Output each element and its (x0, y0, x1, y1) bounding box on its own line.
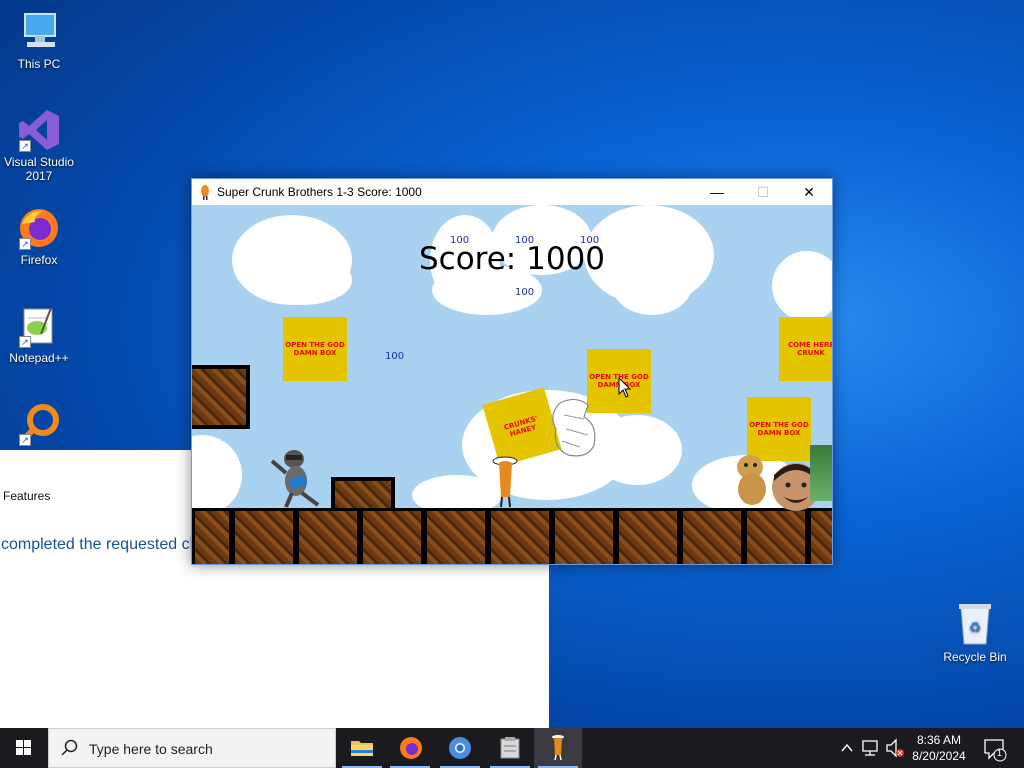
firefox-icon (400, 737, 422, 759)
crunk-game-icon (552, 735, 564, 761)
cloud (192, 435, 242, 515)
score-display: Score: 1000 (418, 241, 605, 277)
desktop-icon-notepadpp[interactable]: ↗ Notepad++ (0, 304, 78, 365)
start-button[interactable] (0, 728, 48, 768)
desktop-icon-label: This PC (17, 57, 61, 71)
svg-text:♻: ♻ (969, 619, 982, 635)
clock-date: 8/20/2024 (912, 749, 966, 763)
notification-count-badge: 1 (997, 748, 1003, 758)
mouse-cursor-icon (618, 376, 632, 404)
action-center-notification-icon[interactable]: 1 (980, 728, 1010, 768)
desktop-icon-this-pc[interactable]: This PC (0, 10, 78, 71)
shortcut-arrow-icon: ↗ (19, 434, 31, 446)
desktop-icon-label: Visual Studio 2017 (4, 155, 74, 183)
ground (192, 508, 832, 564)
points-popup: 100 (450, 235, 470, 246)
desktop-icon-label: Notepad++ (9, 351, 69, 365)
question-box: COME HERE CRUNK (779, 317, 832, 381)
shortcut-arrow-icon: ↗ (19, 140, 31, 152)
desktop-icon-label: Firefox (20, 253, 58, 267)
network-icon[interactable] (860, 728, 882, 768)
window-title: Super Crunk Brothers 1-3 Score: 1000 (217, 185, 422, 199)
points-popup: 100 (515, 235, 535, 246)
window-titlebar[interactable]: Super Crunk Brothers 1-3 Score: 1000 — ☐… (192, 179, 832, 205)
crunk-character-sprite (490, 455, 524, 514)
features-label: Features (3, 489, 51, 503)
points-popup: 100 (515, 287, 535, 298)
points-popup: 100 (385, 351, 405, 362)
game-window[interactable]: Super Crunk Brothers 1-3 Score: 1000 — ☐… (191, 178, 833, 565)
taskbar-firefox[interactable] (386, 728, 434, 768)
dirt-block (192, 365, 250, 429)
volume-muted-icon[interactable] (884, 728, 906, 768)
desktop-icon-firefox[interactable]: ↗ Firefox (0, 206, 78, 267)
desktop-icon-magnifier-app[interactable]: ↗ (0, 402, 78, 449)
plant-decor (810, 445, 832, 501)
question-box: OPEN THE GOD DAMN BOX (283, 317, 347, 381)
chrome-icon (449, 737, 471, 759)
taskbar-file-explorer[interactable] (338, 728, 386, 768)
clock-time: 8:36 AM (916, 733, 962, 747)
status-message: completed the requested ch (1, 536, 191, 553)
show-hidden-icons-chevron-up-icon[interactable] (838, 728, 856, 768)
visual-studio-icon: ↗ (17, 108, 61, 152)
firefox-icon: ↗ (17, 206, 61, 250)
raccoon-player-sprite (270, 445, 322, 514)
magnifier-app-icon: ↗ (17, 402, 61, 446)
windows-logo-icon (16, 740, 31, 755)
taskbar: Type here to search 8:36 AM 8/20/2024 1 (0, 728, 1024, 768)
desktop-icon-visual-studio[interactable]: ↗ Visual Studio 2017 (0, 108, 78, 183)
taskbar-search[interactable]: Type here to search (48, 728, 336, 768)
search-placeholder: Type here to search (89, 741, 213, 757)
system-clock[interactable]: 8:36 AM 8/20/2024 (906, 732, 972, 764)
shortcut-arrow-icon: ↗ (19, 238, 31, 250)
maximize-button[interactable]: ☐ (740, 179, 786, 205)
this-pc-icon (17, 10, 61, 54)
close-button[interactable]: ✕ (786, 179, 832, 205)
desktop-icon-recycle-bin[interactable]: ♻ Recycle Bin (938, 600, 1012, 664)
archive-app-icon (500, 737, 520, 759)
sketch-ghost-sprite (544, 395, 606, 466)
desktop-icon-label: Recycle Bin (943, 650, 1007, 664)
notepadpp-icon: ↗ (17, 304, 61, 348)
taskbar-crunk-game[interactable] (534, 728, 582, 768)
shortcut-arrow-icon: ↗ (19, 336, 31, 348)
taskbar-chrome[interactable] (436, 728, 484, 768)
minimize-button[interactable]: — (694, 179, 740, 205)
points-popup: 100 (580, 235, 600, 246)
recycle-bin-icon: ♻ (953, 600, 997, 646)
search-icon (61, 739, 79, 762)
game-canvas[interactable]: Score: 1000 100 100 100 100 100 OPEN THE… (192, 205, 832, 564)
taskbar-archive-app[interactable] (486, 728, 534, 768)
crunk-app-icon (199, 184, 211, 200)
file-explorer-icon (351, 741, 373, 756)
